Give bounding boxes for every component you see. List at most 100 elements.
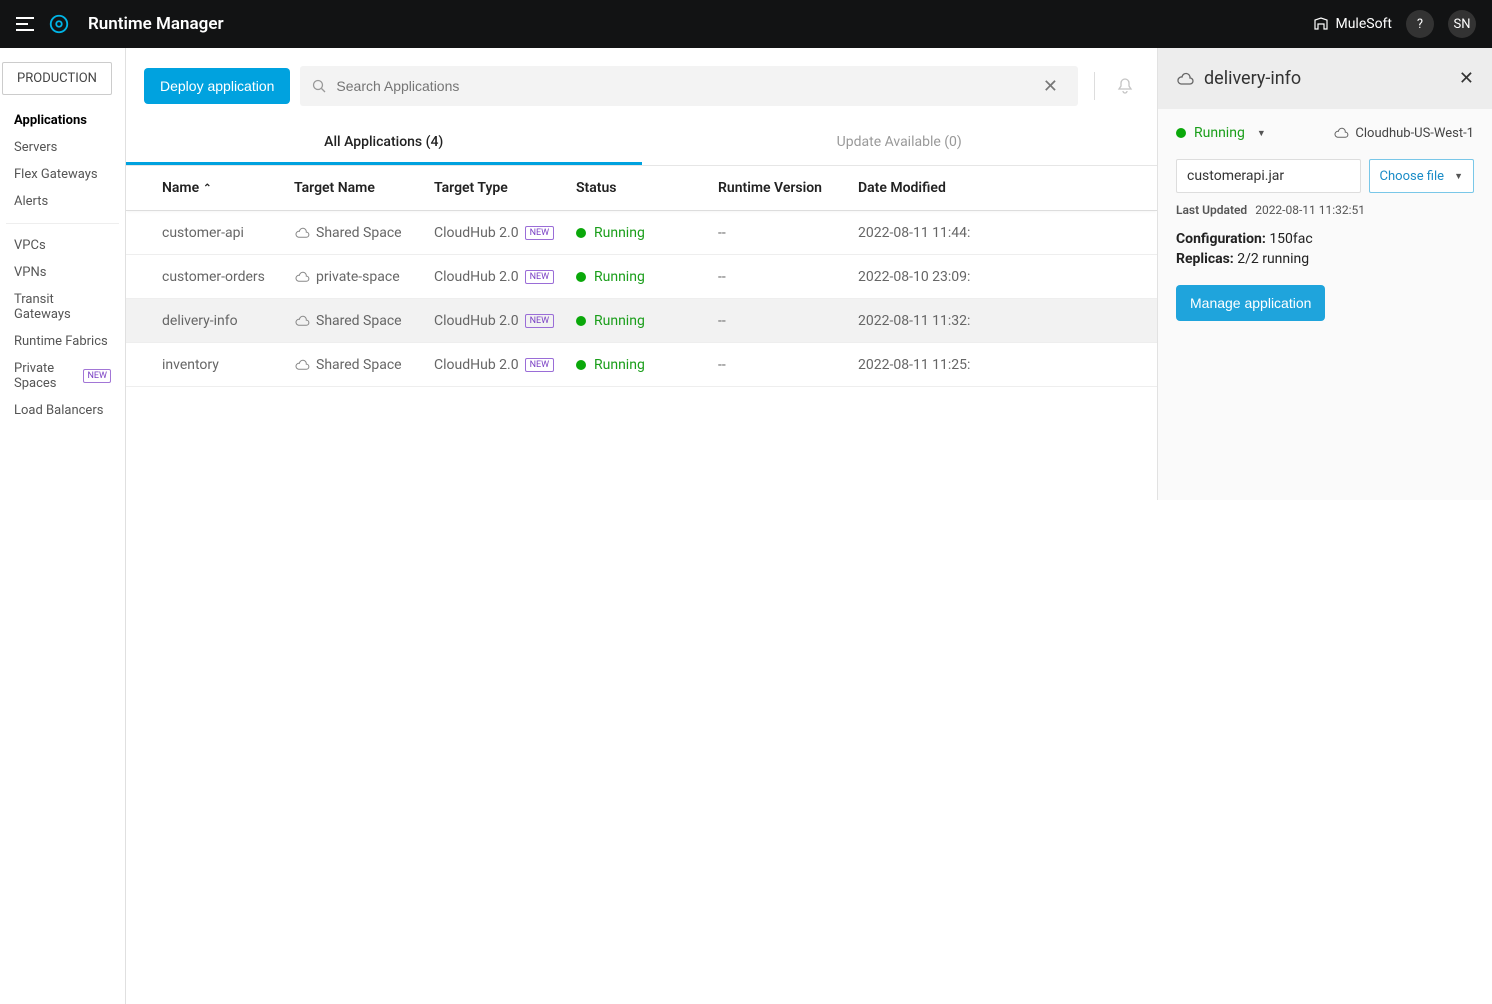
sidebar: PRODUCTION ApplicationsServersFlex Gatew… [0, 48, 126, 1004]
main-content: Deploy application ✕ All Applications (4… [126, 48, 1157, 1004]
cell-name: customer-orders [126, 269, 286, 285]
status-dot-icon [576, 228, 586, 238]
sidebar-item-servers[interactable]: Servers [10, 134, 115, 161]
status-dot-icon [576, 272, 586, 282]
tab-update-available[interactable]: Update Available (0) [642, 122, 1158, 165]
user-avatar[interactable]: SN [1448, 10, 1476, 38]
status-dropdown[interactable]: Running ▼ [1176, 125, 1266, 141]
search-wrap: ✕ [300, 66, 1078, 106]
column-name[interactable]: Name ⌃ [126, 180, 286, 196]
search-icon [312, 79, 326, 93]
status-dot-icon [576, 360, 586, 370]
last-updated-label: Last Updated [1176, 203, 1247, 217]
cell-type: CloudHub 2.0NEW [426, 269, 568, 285]
replicas-label: Replicas: [1176, 251, 1234, 267]
config-value: 150fac [1269, 231, 1312, 247]
manage-application-button[interactable]: Manage application [1176, 285, 1325, 321]
runtime-logo-icon [48, 13, 70, 35]
sidebar-item-vpcs[interactable]: VPCs [10, 232, 115, 259]
cloud-icon [294, 271, 310, 283]
cloud-icon [1333, 127, 1349, 139]
cell-status: Running [568, 225, 710, 241]
table-header: Name ⌃ Target Name Target Type Status Ru… [126, 166, 1157, 211]
cell-target: Shared Space [286, 313, 426, 329]
new-badge: NEW [525, 314, 555, 328]
notifications-icon[interactable] [1111, 77, 1139, 95]
table-row[interactable]: delivery-infoShared SpaceCloudHub 2.0NEW… [126, 299, 1157, 343]
choose-file-button[interactable]: Choose file ▼ [1369, 159, 1474, 193]
cell-date: 2022-08-11 11:25: [850, 357, 990, 373]
column-date[interactable]: Date Modified [850, 180, 990, 196]
chevron-down-icon: ▼ [1454, 171, 1463, 182]
sidebar-item-alerts[interactable]: Alerts [10, 188, 115, 215]
cell-runtime: -- [710, 313, 850, 329]
file-name-field: customerapi.jar [1176, 159, 1361, 193]
config-label: Configuration: [1176, 231, 1266, 247]
cloud-icon [294, 227, 310, 239]
new-badge: NEW [525, 358, 555, 372]
toolbar-divider [1094, 72, 1095, 100]
cell-status: Running [568, 357, 710, 373]
tab-all-applications[interactable]: All Applications (4) [126, 122, 642, 165]
table-row[interactable]: customer-apiShared SpaceCloudHub 2.0NEWR… [126, 211, 1157, 255]
cell-date: 2022-08-11 11:32: [850, 313, 990, 329]
sidebar-item-applications[interactable]: Applications [10, 107, 115, 134]
cloud-icon [294, 315, 310, 327]
last-updated-value: 2022-08-11 11:32:51 [1255, 203, 1365, 217]
column-type[interactable]: Target Type [426, 180, 568, 196]
search-input[interactable] [336, 78, 1035, 94]
environment-selector[interactable]: PRODUCTION [2, 62, 112, 95]
column-runtime[interactable]: Runtime Version [710, 180, 850, 196]
new-badge: NEW [525, 226, 555, 240]
cell-status: Running [568, 313, 710, 329]
replicas-value: 2/2 running [1237, 251, 1309, 267]
cell-runtime: -- [710, 269, 850, 285]
sidebar-item-flex-gateways[interactable]: Flex Gateways [10, 161, 115, 188]
help-button[interactable]: ? [1406, 10, 1434, 38]
cloud-icon [1176, 72, 1194, 86]
sidebar-divider [6, 223, 119, 224]
sidebar-item-private-spaces[interactable]: Private SpacesNEW [10, 355, 115, 397]
region-label: Cloudhub-US-West-1 [1333, 126, 1474, 141]
cell-type: CloudHub 2.0NEW [426, 225, 568, 241]
chevron-down-icon: ▼ [1257, 128, 1266, 139]
details-status-text: Running [1194, 125, 1245, 141]
sidebar-item-transit-gateways[interactable]: Transit Gateways [10, 286, 115, 328]
org-icon [1313, 17, 1329, 31]
cell-target: Shared Space [286, 225, 426, 241]
column-status[interactable]: Status [568, 180, 710, 196]
cell-name: inventory [126, 357, 286, 373]
column-target[interactable]: Target Name [286, 180, 426, 196]
details-panel: delivery-info ✕ Running ▼ Cloudhub-US-We… [1157, 48, 1492, 500]
cell-target: private-space [286, 269, 426, 285]
cell-name: delivery-info [126, 313, 286, 329]
sidebar-item-load-balancers[interactable]: Load Balancers [10, 397, 115, 424]
close-icon[interactable]: ✕ [1459, 68, 1474, 89]
new-badge: NEW [525, 270, 555, 284]
cell-runtime: -- [710, 357, 850, 373]
app-header: Runtime Manager MuleSoft ? SN [0, 0, 1492, 48]
status-dot-icon [1176, 128, 1186, 138]
sort-asc-icon: ⌃ [203, 183, 211, 194]
cell-date: 2022-08-11 11:44: [850, 225, 990, 241]
deploy-button[interactable]: Deploy application [144, 68, 290, 104]
app-title: Runtime Manager [88, 14, 224, 34]
org-name: MuleSoft [1335, 16, 1392, 32]
cell-runtime: -- [710, 225, 850, 241]
org-switcher[interactable]: MuleSoft [1313, 16, 1392, 32]
cell-type: CloudHub 2.0NEW [426, 357, 568, 373]
sidebar-item-runtime-fabrics[interactable]: Runtime Fabrics [10, 328, 115, 355]
clear-search-icon[interactable]: ✕ [1035, 76, 1066, 97]
sidebar-item-vpns[interactable]: VPNs [10, 259, 115, 286]
menu-icon[interactable] [16, 17, 34, 31]
cell-name: customer-api [126, 225, 286, 241]
details-title: delivery-info [1204, 68, 1449, 89]
cell-date: 2022-08-10 23:09: [850, 269, 990, 285]
cell-type: CloudHub 2.0NEW [426, 313, 568, 329]
table-row[interactable]: customer-ordersprivate-spaceCloudHub 2.0… [126, 255, 1157, 299]
cell-target: Shared Space [286, 357, 426, 373]
cloud-icon [294, 359, 310, 371]
table-row[interactable]: inventoryShared SpaceCloudHub 2.0NEWRunn… [126, 343, 1157, 387]
cell-status: Running [568, 269, 710, 285]
new-badge: NEW [83, 369, 111, 383]
